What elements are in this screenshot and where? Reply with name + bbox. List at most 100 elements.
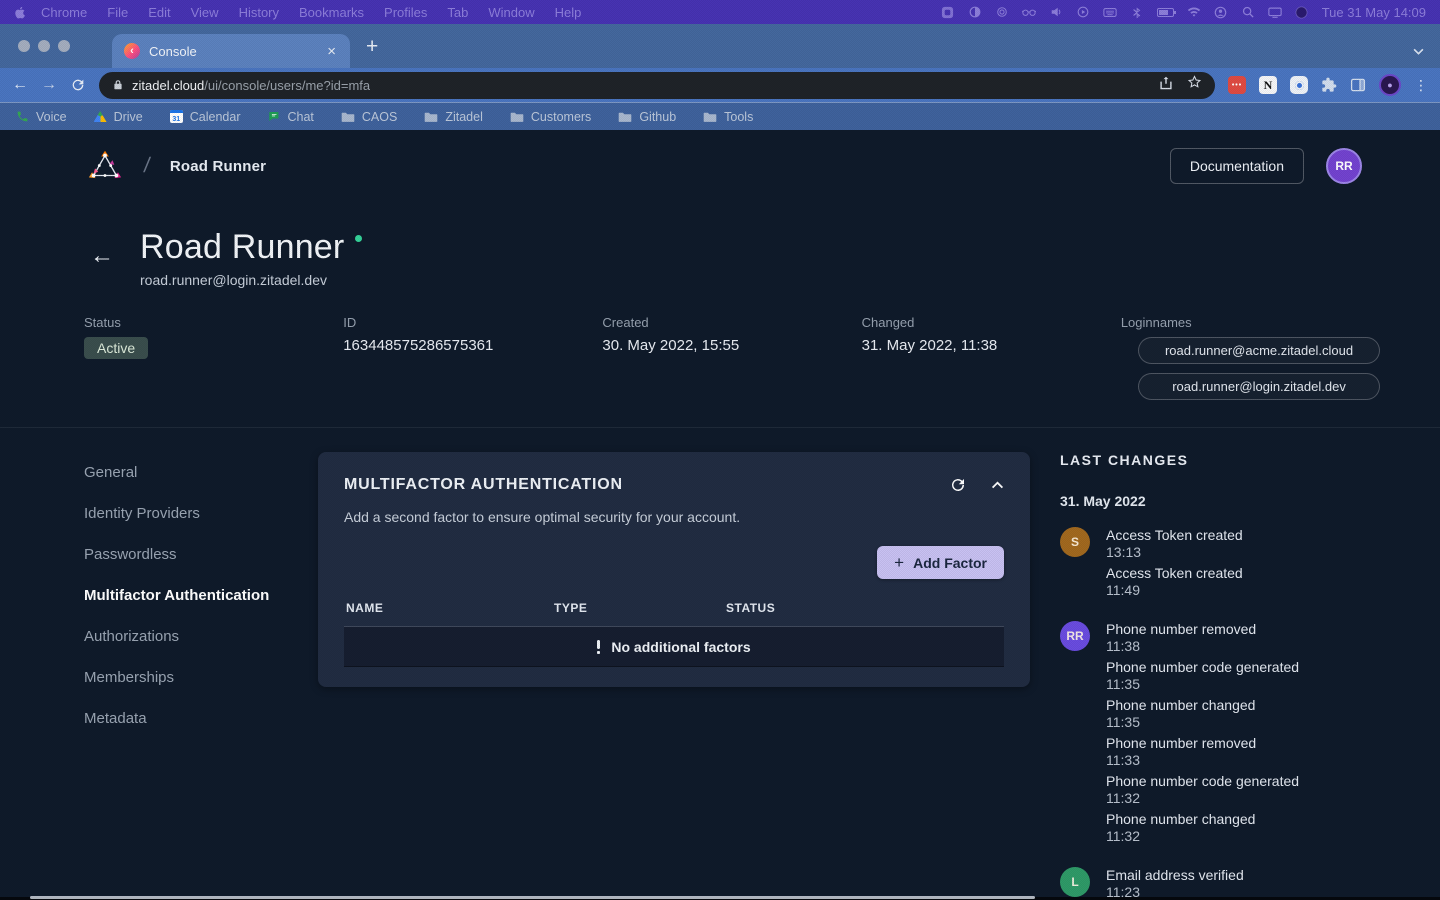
url-domain: zitadel.cloud (132, 78, 204, 93)
play-icon[interactable] (1076, 5, 1090, 19)
extension-notion-icon[interactable]: N (1259, 76, 1277, 94)
menubar-item[interactable]: Window (478, 5, 544, 20)
close-window-button[interactable] (18, 40, 30, 52)
timeline-event: Phone number removed11:33 (1106, 735, 1380, 769)
user-email: road.runner@login.zitadel.dev (140, 272, 362, 288)
lock-icon[interactable] (112, 79, 124, 91)
menubar-item[interactable]: Profiles (374, 5, 437, 20)
plus-icon: + (894, 554, 904, 571)
menubar-status-area: Tue 31 May 14:09 (941, 5, 1426, 20)
timeline-avatar: L (1060, 867, 1090, 897)
fingerprint-icon[interactable] (995, 5, 1009, 19)
last-changes-heading: LAST CHANGES (1060, 452, 1380, 468)
bookmark-label: Drive (114, 110, 143, 124)
zitadel-favicon: ‹ (124, 43, 140, 59)
nav-item[interactable]: Multifactor Authentication (84, 575, 318, 616)
siri-icon[interactable] (1295, 5, 1309, 19)
menubar-item[interactable]: Edit (138, 5, 180, 20)
content-area: GeneralIdentity ProvidersPasswordlessMul… (0, 427, 1440, 900)
bluetooth-icon[interactable] (1130, 5, 1144, 19)
side-panel-icon[interactable] (1350, 77, 1366, 93)
tab-search-chevron-icon[interactable] (1413, 42, 1424, 60)
address-bar[interactable]: zitadel.cloud/ui/console/users/me?id=mfa (99, 72, 1215, 99)
nav-item[interactable]: General (84, 452, 318, 493)
nav-item[interactable]: Metadata (84, 698, 318, 739)
menubar-item[interactable]: File (97, 5, 138, 20)
loginname-chip: road.runner@acme.zitadel.cloud (1138, 337, 1380, 364)
breadcrumb[interactable]: Road Runner (170, 158, 266, 175)
timeline-avatar: S (1060, 527, 1090, 557)
timeline-event: Access Token created13:13 (1106, 527, 1380, 561)
timeline-event: Email address verified11:23 (1106, 867, 1380, 900)
battery-icon[interactable] (1157, 8, 1174, 17)
tab-close-icon[interactable]: × (325, 43, 338, 60)
documentation-button[interactable]: Documentation (1170, 148, 1304, 184)
add-factor-button[interactable]: +Add Factor (877, 546, 1004, 579)
menubar-item[interactable]: Chrome (31, 5, 97, 20)
event-title: Access Token created (1106, 565, 1380, 582)
extension-red-icon[interactable]: ••• (1228, 76, 1246, 94)
reload-icon[interactable] (70, 77, 86, 93)
wifi-icon[interactable] (1187, 5, 1201, 19)
chrome-tabstrip: ‹ Console × + (0, 24, 1440, 68)
browser-menu-kebab-icon[interactable]: ⋮ (1414, 77, 1428, 94)
user-heading: ← Road Runner road.runner@login.zitadel.… (0, 202, 1440, 288)
nav-item[interactable]: Identity Providers (84, 493, 318, 534)
back-arrow-icon[interactable]: ← (90, 244, 114, 268)
menubar-item[interactable]: Tab (437, 5, 478, 20)
meta-id: ID 163448575286575361 (343, 315, 602, 400)
bookmark-label: Tools (724, 110, 753, 124)
account-icon[interactable] (1214, 5, 1228, 19)
new-tab-button[interactable]: + (366, 36, 378, 57)
bookmark-folder-tools[interactable]: Tools (703, 110, 753, 124)
menubar-item[interactable]: History (229, 5, 289, 20)
window-bottom-highlight (30, 896, 1035, 899)
shortcuts-icon[interactable] (941, 5, 955, 19)
refresh-icon[interactable] (949, 476, 967, 494)
user-meta-row: Status Active ID 163448575286575361 Crea… (0, 288, 1440, 400)
bookmark-chat[interactable]: Chat (268, 110, 314, 124)
bookmark-calendar[interactable]: 31Calendar (170, 110, 241, 124)
nav-item[interactable]: Passwordless (84, 534, 318, 575)
bookmark-star-icon[interactable] (1187, 75, 1202, 95)
browser-profile-avatar[interactable]: ● (1379, 74, 1401, 96)
zitadel-logo[interactable] (84, 147, 126, 185)
bookmark-drive[interactable]: Drive (94, 110, 143, 124)
keyboard-icon[interactable] (1103, 5, 1117, 19)
toggles-icon[interactable] (968, 5, 982, 19)
calendar-icon: 31 (170, 110, 183, 123)
bookmark-folder-customers[interactable]: Customers (510, 110, 591, 124)
user-avatar[interactable]: RR (1326, 148, 1362, 184)
menubar-item[interactable]: Help (545, 5, 592, 20)
search-icon[interactable] (1241, 5, 1255, 19)
bookmark-folder-github[interactable]: Github (618, 110, 676, 124)
extension-media-icon[interactable] (1290, 76, 1308, 94)
event-title: Phone number code generated (1106, 773, 1380, 790)
back-icon[interactable]: ← (12, 77, 28, 93)
menubar-item[interactable]: Bookmarks (289, 5, 374, 20)
nav-item[interactable]: Authorizations (84, 616, 318, 657)
minimize-window-button[interactable] (38, 40, 50, 52)
timeline-event: Phone number removed11:38 (1106, 621, 1380, 655)
bookmark-folder-zitadel[interactable]: Zitadel (424, 110, 483, 124)
menubar-item[interactable]: View (181, 5, 229, 20)
changed-label: Changed (862, 315, 1121, 330)
bookmark-folder-caos[interactable]: CAOS (341, 110, 397, 124)
bookmark-voice[interactable]: Voice (16, 110, 67, 124)
forward-icon[interactable]: → (41, 77, 57, 93)
timeline-date: 31. May 2022 (1060, 493, 1380, 509)
share-icon[interactable] (1159, 76, 1173, 95)
glasses-icon[interactable] (1022, 5, 1036, 19)
browser-tab-console[interactable]: ‹ Console × (112, 34, 350, 68)
nav-item[interactable]: Memberships (84, 657, 318, 698)
column-status: STATUS (726, 601, 1002, 615)
meta-loginnames: Loginnames road.runner@acme.zitadel.clou… (1121, 315, 1380, 400)
display-icon[interactable] (1268, 5, 1282, 19)
extensions-puzzle-icon[interactable] (1321, 77, 1337, 93)
collapse-chevron-icon[interactable] (991, 481, 1004, 489)
menubar-clock[interactable]: Tue 31 May 14:09 (1322, 5, 1426, 20)
drive-icon (94, 111, 107, 122)
apple-menu-icon[interactable] (14, 6, 27, 19)
zoom-window-button[interactable] (58, 40, 70, 52)
volume-icon[interactable] (1049, 5, 1063, 19)
